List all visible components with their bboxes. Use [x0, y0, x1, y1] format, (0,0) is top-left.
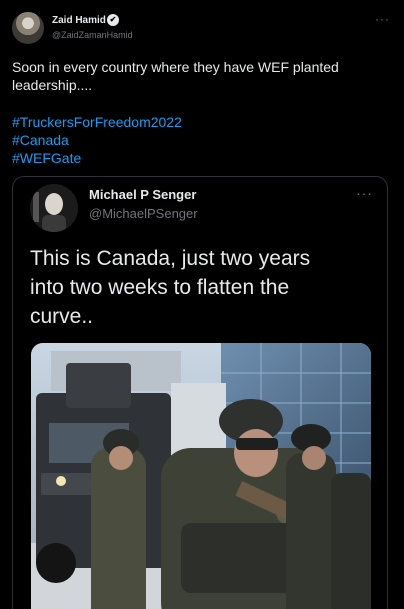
- verified-badge-icon: ✔: [107, 14, 119, 26]
- author-handle[interactable]: @ZaidZamanHamid: [52, 30, 133, 40]
- quoted-text-line: into two weeks to flatten the: [30, 276, 290, 299]
- quoted-text-line: curve..: [30, 305, 94, 328]
- quoted-media-image[interactable]: [31, 343, 371, 609]
- hashtag-link[interactable]: #Canada: [12, 131, 69, 149]
- more-options-icon[interactable]: ···: [375, 12, 390, 26]
- hashtag-link[interactable]: #TruckersForFreedom2022: [12, 113, 182, 131]
- quoted-author-handle[interactable]: @MichaelPSenger: [89, 206, 198, 221]
- quoted-more-options-icon[interactable]: ···: [356, 185, 373, 201]
- quoted-author-avatar[interactable]: [30, 184, 78, 232]
- quoted-text-line: This is Canada, just two years: [30, 247, 311, 270]
- quoted-tweet[interactable]: Michael P Senger @MichaelPSenger ··· Thi…: [12, 176, 388, 609]
- tweet: Zaid Hamid ✔ @ZaidZamanHamid ··· Soon in…: [0, 0, 404, 609]
- quoted-author-name[interactable]: Michael P Senger: [89, 187, 196, 202]
- author-avatar[interactable]: [12, 12, 44, 44]
- avatar-portrait-icon: [30, 184, 78, 232]
- tweet-text-line: Soon in every country where they have WE…: [12, 59, 339, 75]
- hashtag-link[interactable]: #WEFGate: [12, 149, 81, 167]
- author-name[interactable]: Zaid Hamid: [52, 15, 106, 26]
- tweet-text-line: leadership....: [12, 77, 93, 93]
- police-scene-photo: [31, 343, 371, 609]
